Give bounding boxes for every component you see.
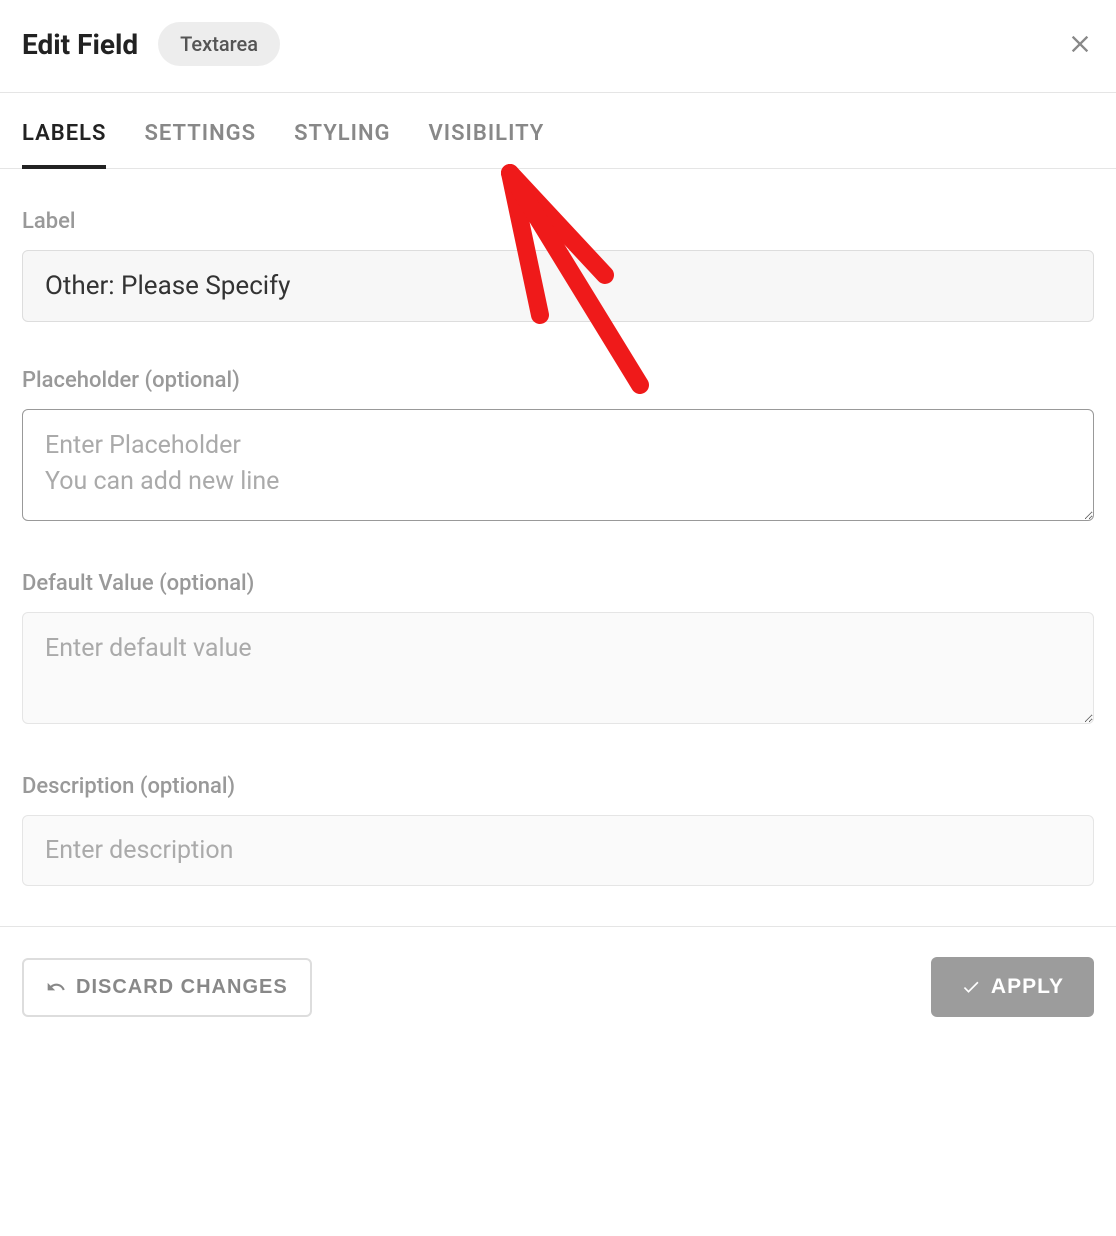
default-value-group: Default Value (optional) [22, 571, 1094, 728]
apply-button[interactable]: APPLY [931, 957, 1094, 1017]
tab-labels[interactable]: Labels [22, 93, 106, 168]
discard-label: DISCARD CHANGES [76, 976, 288, 999]
label-field-label: Label [22, 209, 1094, 234]
description-input[interactable] [22, 815, 1094, 886]
close-icon [1066, 30, 1094, 58]
dialog-footer: DISCARD CHANGES APPLY [0, 926, 1116, 1047]
apply-label: APPLY [991, 975, 1064, 999]
description-field-label: Description (optional) [22, 774, 1094, 799]
dialog-title: Edit Field [22, 28, 138, 61]
placeholder-group: Placeholder (optional) [22, 368, 1094, 525]
label-group: Label [22, 209, 1094, 322]
dialog-header: Edit Field Textarea [0, 0, 1116, 93]
tab-bar: Labels Settings Styling Visibility [0, 93, 1116, 169]
form-content: Label Placeholder (optional) Default Val… [0, 169, 1116, 926]
tab-settings[interactable]: Settings [144, 93, 256, 168]
undo-icon [46, 977, 66, 997]
field-type-badge: Textarea [158, 22, 280, 66]
default-value-field-label: Default Value (optional) [22, 571, 1094, 596]
tab-visibility[interactable]: Visibility [429, 93, 545, 168]
description-group: Description (optional) [22, 774, 1094, 886]
check-icon [961, 977, 981, 997]
discard-button[interactable]: DISCARD CHANGES [22, 958, 312, 1017]
tab-styling[interactable]: Styling [294, 93, 390, 168]
label-input[interactable] [22, 250, 1094, 322]
placeholder-field-label: Placeholder (optional) [22, 368, 1094, 393]
close-button[interactable] [1066, 30, 1094, 62]
placeholder-input[interactable] [22, 409, 1094, 521]
default-value-input[interactable] [22, 612, 1094, 724]
